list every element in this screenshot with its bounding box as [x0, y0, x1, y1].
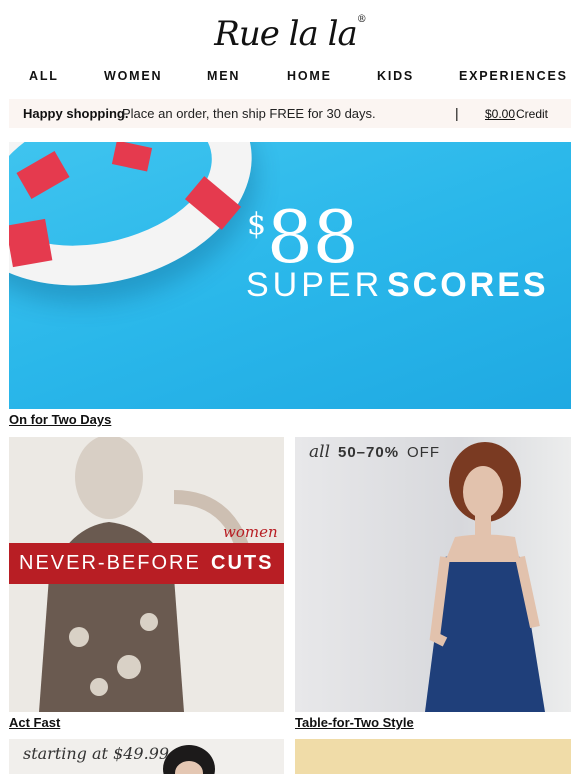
rue-la-la-logo[interactable]: Rue la la® — [0, 14, 580, 54]
hero-amount: 88 — [267, 195, 359, 279]
nav-item-kids[interactable]: KIDS — [377, 69, 414, 83]
hero-currency: $ — [247, 207, 267, 242]
women-tag: women — [223, 523, 278, 541]
headline-cuts: CUTS — [211, 552, 274, 574]
promo-text: Place an order, then ship FREE for 30 da… — [122, 106, 376, 121]
nav-item-home[interactable]: HOME — [287, 69, 332, 83]
promo-separator: | — [455, 105, 459, 121]
float-stripe — [9, 218, 53, 268]
nav-item-all[interactable]: ALL — [29, 69, 59, 83]
hero-line-super: SUPER — [246, 266, 384, 304]
promo-card-partial[interactable] — [295, 739, 571, 774]
credit-amount-link[interactable]: $0.00 — [485, 107, 515, 121]
discount-percent: 50–70% — [338, 444, 400, 461]
hero-line-scores: SCORES — [387, 266, 549, 304]
nav-item-experiences[interactable]: EXPERIENCES — [459, 69, 568, 83]
promo-card-starting-at[interactable]: starting at $49.99 — [9, 739, 284, 774]
hero-banner[interactable]: $ 88 SUPER SCORES — [9, 142, 571, 409]
promo-card-table-for-two[interactable]: all 50–70% OFF — [295, 437, 571, 712]
nav-item-women[interactable]: WOMEN — [104, 69, 162, 83]
hero-caption-link[interactable]: On for Two Days — [9, 412, 111, 427]
card-caption-table-for-two[interactable]: Table-for-Two Style — [295, 715, 414, 730]
discount-suffix: OFF — [407, 444, 440, 461]
model-photo — [425, 442, 545, 712]
model-photo — [163, 745, 215, 774]
main-nav: ALL WOMEN MEN HOME KIDS EXPERIENCES — [0, 69, 580, 85]
nav-item-men[interactable]: MEN — [207, 69, 240, 83]
credit-label: Credit — [516, 107, 549, 121]
promo-bar: Happy shopping. Place an order, then shi… — [9, 99, 571, 128]
promo-headline: Happy shopping. — [23, 106, 129, 121]
promo-card-never-before-cuts[interactable]: women NEVER-BEFORE CUTS — [9, 437, 284, 712]
card-caption-act-fast[interactable]: Act Fast — [9, 715, 60, 730]
logo-text: Rue la la — [214, 14, 358, 54]
headline-never-before: NEVER-BEFORE — [19, 552, 201, 574]
discount-prefix: all — [309, 442, 331, 462]
